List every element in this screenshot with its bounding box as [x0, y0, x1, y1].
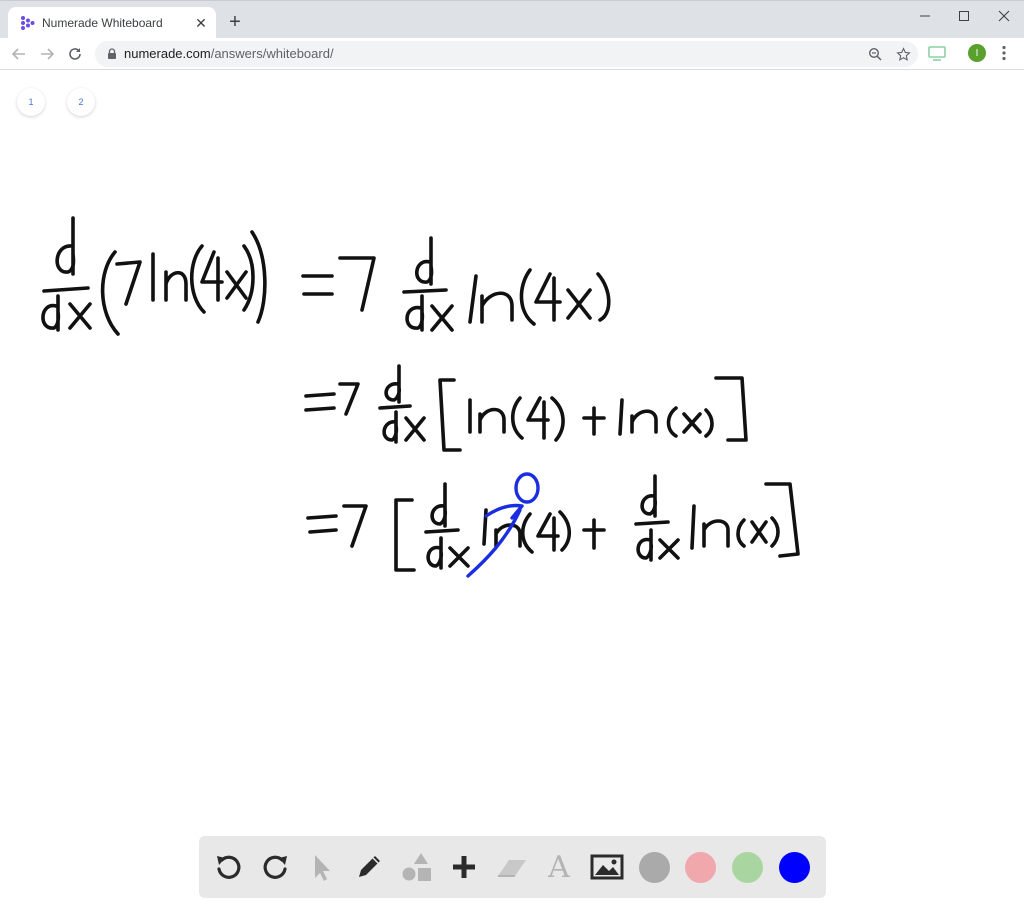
ink-line-2 — [304, 364, 748, 452]
color-green-swatch[interactable] — [728, 848, 766, 886]
eraser-icon[interactable] — [493, 848, 531, 886]
color-blue-swatch[interactable] — [775, 848, 813, 886]
undo-icon[interactable] — [209, 848, 247, 886]
text-tool-icon[interactable]: A — [540, 848, 578, 886]
gray-swatch — [638, 851, 670, 883]
ink-line-3 — [306, 474, 800, 572]
handwritten-math — [41, 216, 800, 578]
ink-line-1 — [41, 216, 611, 336]
redo-icon[interactable] — [257, 848, 295, 886]
pen-icon[interactable] — [350, 848, 388, 886]
green-swatch — [731, 851, 763, 883]
color-gray-swatch[interactable] — [635, 848, 673, 886]
text-tool-glyph: A — [548, 849, 570, 885]
tool-palette: A — [199, 836, 826, 898]
pink-swatch — [684, 851, 716, 883]
plus-icon[interactable] — [445, 848, 483, 886]
shapes-icon[interactable] — [398, 848, 436, 886]
image-icon[interactable] — [588, 848, 626, 886]
pointer-icon[interactable] — [303, 848, 341, 886]
color-pink-swatch[interactable] — [681, 848, 719, 886]
blue-swatch — [778, 851, 810, 883]
